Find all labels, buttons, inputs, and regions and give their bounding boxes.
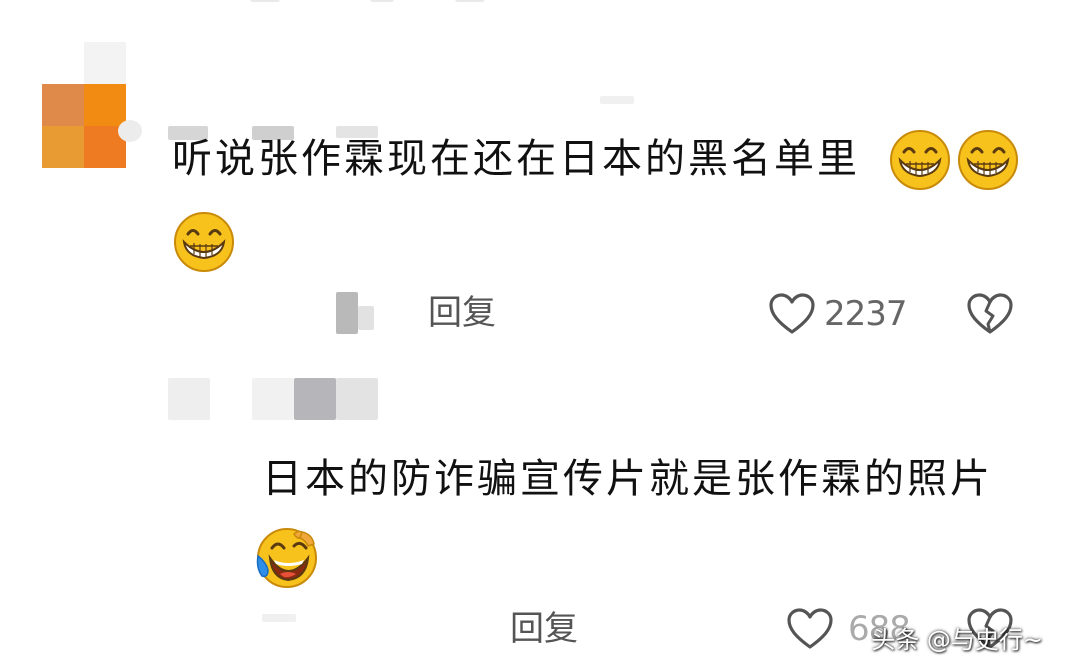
username-blur — [336, 378, 378, 420]
grin-emoji — [174, 212, 234, 272]
avatar[interactable] — [42, 42, 126, 168]
avatar-blur[interactable] — [168, 378, 210, 420]
comment-thread: 听说张作霖现在还在日本的黑名单里 回复 2237 日本的防诈骗宣传片就是张作霖的… — [0, 0, 1065, 671]
username-blur[interactable] — [252, 378, 294, 420]
timestamp-blur — [336, 292, 358, 334]
broken-heart-icon[interactable] — [966, 292, 1014, 336]
grin-emoji — [890, 130, 950, 190]
comment-text: 听说张作霖现在还在日本的黑名单里 — [172, 136, 860, 182]
timestamp-blur — [358, 306, 374, 330]
heart-icon[interactable] — [786, 607, 834, 651]
grin-emoji — [958, 130, 1018, 190]
username-blur — [294, 378, 336, 420]
timestamp-blur — [262, 614, 296, 622]
cut-off-text — [250, 0, 510, 6]
reply-button[interactable]: 回复 — [428, 296, 496, 330]
watermark: 头条 @与史行~ — [871, 626, 1043, 654]
reply-button[interactable]: 回复 — [510, 612, 578, 646]
like-count: 2237 — [824, 294, 908, 334]
avatar-edge-blur — [118, 120, 142, 142]
laugh-cry-emoji — [256, 528, 317, 588]
username-blur — [600, 96, 634, 104]
comment-text: 日本的防诈骗宣传片就是张作霖的照片 — [262, 456, 993, 502]
heart-icon[interactable] — [768, 292, 816, 336]
